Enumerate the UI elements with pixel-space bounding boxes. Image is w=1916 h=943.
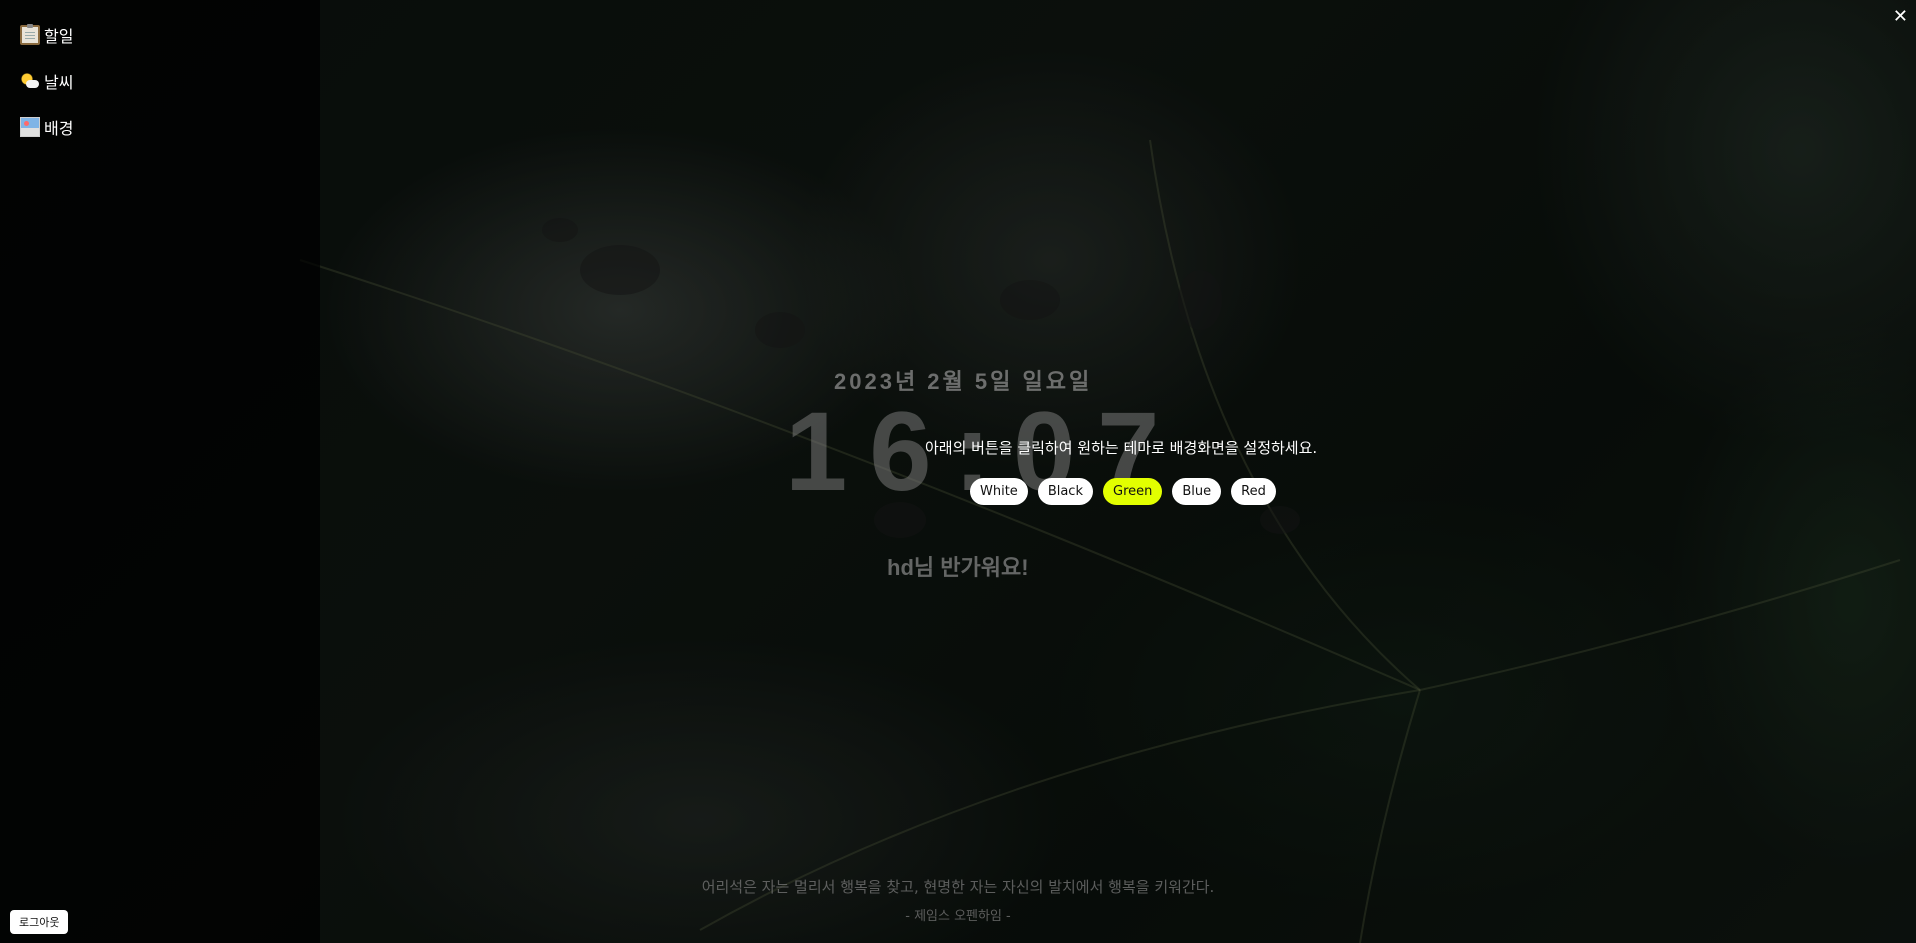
picture-icon [20,117,40,137]
theme-button-group: White Black Green Blue Red [970,478,1276,505]
sidebar: 할일 날씨 배경 로그아웃 [0,0,320,943]
sidebar-item-label: 할일 [44,27,74,46]
sidebar-item-label: 날씨 [44,73,74,92]
greeting-text: hd님 반가워요! [887,555,1029,580]
sidebar-item-weather[interactable]: 날씨 [20,69,73,93]
theme-instruction: 아래의 버튼을 클릭하여 원하는 테마로 배경화면을 설정하세요. [925,439,1318,457]
theme-green-button[interactable]: Green [1103,478,1163,505]
sidebar-item-label: 배경 [44,119,74,138]
close-icon[interactable]: ✕ [1893,6,1908,27]
theme-black-button[interactable]: Black [1037,478,1093,505]
sidebar-item-background[interactable]: 배경 [20,115,73,139]
sidebar-item-todo[interactable]: 할일 [20,23,73,47]
sun-cloud-icon [20,71,40,91]
clipboard-icon [20,24,40,45]
theme-white-button[interactable]: White [970,478,1028,505]
theme-red-button[interactable]: Red [1231,478,1276,505]
theme-blue-button[interactable]: Blue [1172,478,1222,505]
logout-button[interactable]: 로그아웃 [10,910,69,934]
